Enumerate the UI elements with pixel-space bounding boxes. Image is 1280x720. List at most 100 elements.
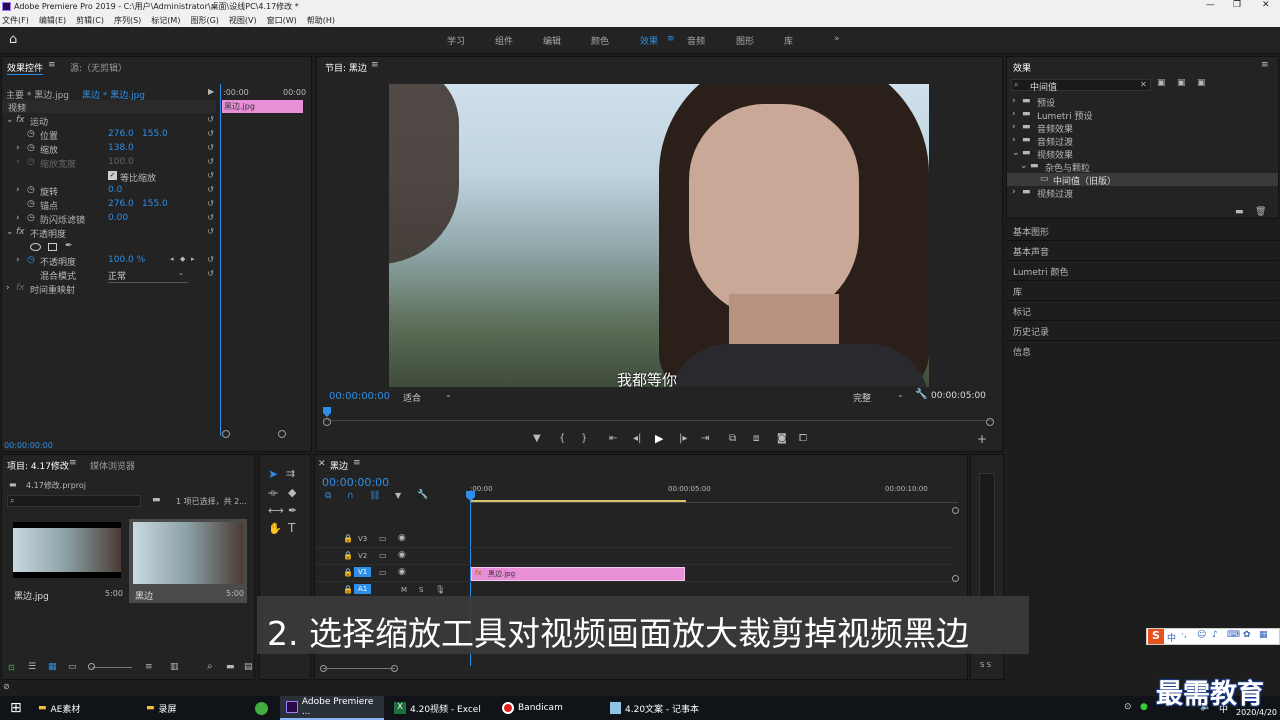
tab-project[interactable]: 项目: 4.17修改 [7, 459, 69, 472]
workspace-graphics[interactable]: 图形 [736, 34, 754, 47]
more-workspaces-icon[interactable]: » [834, 34, 840, 44]
selection-tool-icon[interactable]: ➤ [268, 467, 278, 481]
menu-help[interactable]: 帮助(H) [307, 15, 335, 26]
emoji-icon[interactable]: ☺ [1197, 630, 1206, 640]
panel-menu-icon[interactable]: ≡ [353, 458, 361, 468]
tree-item-audio-effects[interactable]: › ▬ 音频效果 [1007, 121, 1278, 135]
close-tab-icon[interactable]: ✕ [318, 459, 326, 469]
timeline-ruler[interactable]: :00:00 00:00:05:00 00:00:10:00 [470, 483, 958, 503]
stopwatch-icon[interactable]: ◷ [27, 185, 35, 195]
yuv-effects-icon[interactable]: ▣ [1197, 78, 1206, 88]
lock-icon[interactable]: 🔒 [343, 568, 353, 577]
lock-icon[interactable]: 🔒 [343, 534, 353, 543]
taskbar-item-record-folder[interactable]: ▬ 录屏 [146, 698, 177, 718]
export-frame-camera-icon[interactable]: ◙ [777, 433, 787, 444]
new-bin-icon[interactable]: ▬ [226, 662, 235, 672]
nest-icon[interactable]: ⧉ [325, 491, 331, 501]
effects-search-input[interactable]: 中间值 [1030, 80, 1057, 93]
sync-lock-icon[interactable]: ▭ [379, 568, 387, 577]
expand-arrow-icon[interactable]: ⌄ [1012, 148, 1020, 158]
tab-source[interactable]: 源:（无剪辑） [70, 61, 127, 74]
project-item-jpg[interactable]: 黑边.jpg 5:00 [10, 519, 124, 603]
taskbar-item-ae-folder[interactable]: ▬ AE素材 [38, 698, 80, 718]
button-editor-plus-icon[interactable]: + [977, 432, 987, 446]
tab-timeline[interactable]: 黑边 [330, 459, 348, 472]
reset-icon[interactable]: ↺ [207, 185, 214, 194]
track-label-v2[interactable]: V2 [358, 552, 367, 560]
zoom-handle[interactable] [323, 418, 331, 426]
reset-icon[interactable]: ↺ [207, 171, 214, 180]
32bit-effects-icon[interactable]: ▣ [1177, 78, 1186, 88]
expand-arrow-icon[interactable]: › [1012, 109, 1016, 119]
lock-icon[interactable]: 🔒 [343, 551, 353, 560]
reset-icon[interactable]: ↺ [207, 143, 214, 152]
clear-search-icon[interactable]: ✕ [1140, 80, 1147, 89]
workspace-effects[interactable]: 效果 [640, 34, 658, 47]
ec-timecode[interactable]: 00:00:00:00 [4, 441, 53, 450]
workspace-menu-icon[interactable]: ≡ [667, 34, 675, 44]
lock-icon[interactable]: ⊡ [8, 663, 15, 672]
panel-menu-icon[interactable]: ≡ [371, 60, 379, 70]
timeline-clip[interactable]: fx 黑边.jpg [471, 567, 685, 581]
opacity-value[interactable]: 100.0 % [108, 255, 145, 265]
anchor-x-value[interactable]: 276.0 [108, 199, 134, 209]
effects-search-box[interactable]: ⌕ 中间值 ✕ [1011, 79, 1151, 93]
menu-view[interactable]: 视图(V) [229, 15, 257, 26]
fx-icon[interactable]: fx [16, 115, 25, 125]
taskbar-item-premiere[interactable]: Adobe Premiere ... [280, 696, 384, 720]
reset-icon[interactable]: ↺ [207, 115, 214, 124]
slider-handle[interactable] [88, 663, 95, 670]
workspace-libraries[interactable]: 库 [784, 34, 793, 47]
uniform-scale-checkbox[interactable]: ✓ [108, 171, 117, 180]
track-label-v3[interactable]: V3 [358, 535, 367, 543]
new-bin-icon[interactable]: ▬ [152, 495, 161, 505]
blend-mode-select[interactable]: 正常 [108, 269, 188, 283]
chevron-down-icon[interactable]: ⌄ [897, 390, 904, 399]
overwrite-icon[interactable]: ⧈ [753, 433, 759, 444]
taskbar-item-notepad[interactable]: 4.20文案 - 记事本 [610, 698, 699, 718]
solo-icon[interactable]: S [419, 586, 423, 594]
expand-arrow-icon[interactable]: › [16, 185, 20, 195]
minimize-button[interactable]: — [1206, 0, 1215, 10]
program-timecode[interactable]: 00:00:00:00 [329, 391, 390, 402]
new-item-icon[interactable]: ▤ [244, 662, 253, 672]
play-icon[interactable]: ▶ [655, 432, 663, 445]
go-to-out-icon[interactable]: ⇥ [701, 433, 709, 444]
stopwatch-icon[interactable]: ◷ [27, 129, 35, 139]
voice-icon[interactable]: ♪ [1212, 630, 1218, 640]
reset-icon[interactable]: ↺ [207, 255, 214, 264]
scroll-handle[interactable] [952, 507, 959, 514]
stopwatch-icon[interactable]: ◷ [27, 255, 35, 265]
expand-arrow-icon[interactable]: › [1012, 135, 1016, 145]
ec-zoom-handle[interactable] [222, 430, 230, 438]
opacity-section-row[interactable]: ⌄ fx 不透明度 ↺ [2, 226, 216, 240]
position-x-value[interactable]: 276.0 [108, 129, 134, 139]
project-item-sequence[interactable]: 黑边 5:00 [129, 519, 247, 603]
eye-icon[interactable]: ◉ [398, 533, 406, 543]
track-label-v1[interactable]: V1 [354, 567, 372, 577]
compare-view-icon[interactable]: ⧠ [799, 433, 807, 444]
ellipse-mask-icon[interactable] [30, 243, 41, 251]
mark-in-icon[interactable]: { [559, 433, 565, 444]
expand-arrow-icon[interactable]: › [16, 213, 20, 223]
keyframe-prev-icon[interactable]: ◂ [170, 255, 174, 263]
timeline-timecode[interactable]: 00:00:00:00 [322, 476, 389, 489]
ripple-edit-tool-icon[interactable]: ⟛ [268, 486, 278, 500]
mark-out-icon[interactable]: } [581, 433, 587, 444]
taskbar-item-excel[interactable]: X 4.20视频 - Excel [394, 698, 481, 718]
tree-item-presets[interactable]: › ▬ 预设 [1007, 95, 1278, 109]
workspace-learn[interactable]: 学习 [447, 34, 465, 47]
icon-view-icon[interactable]: ▦ [48, 662, 57, 672]
pen-mask-icon[interactable]: ✒ [65, 241, 73, 251]
toolbox-icon[interactable]: ▦ [1259, 630, 1268, 640]
tab-program[interactable]: 节目: 黑边 [325, 61, 367, 74]
keyframe-add-icon[interactable]: ◆ [180, 255, 185, 263]
eye-icon[interactable]: ◉ [398, 550, 406, 560]
menu-clip[interactable]: 剪辑(C) [76, 15, 104, 26]
expand-arrow-icon[interactable]: › [1012, 96, 1016, 106]
settings-wrench-icon[interactable]: 🔧 [915, 389, 927, 400]
mute-icon[interactable]: M [401, 586, 407, 594]
track-select-tool-icon[interactable]: ⇉ [286, 467, 295, 480]
linked-selection-icon[interactable]: ⛓ [369, 491, 380, 501]
menu-window[interactable]: 窗口(W) [267, 15, 297, 26]
